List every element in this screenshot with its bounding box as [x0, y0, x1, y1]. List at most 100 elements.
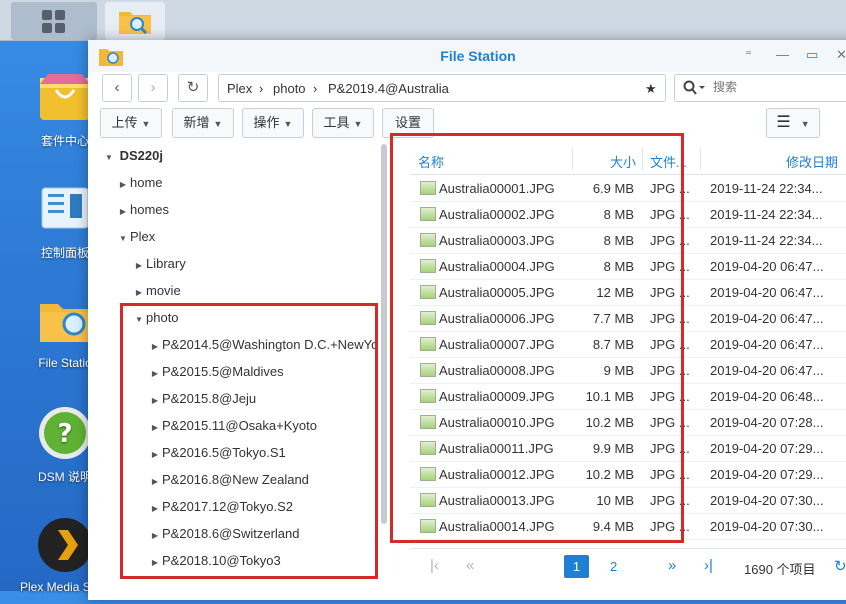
- column-header-size[interactable]: 大小: [610, 152, 636, 171]
- tree-item-folder[interactable]: ▶ P&2014.5@Washington D.C.+NewYo: [148, 333, 380, 357]
- view-mode-button[interactable]: ☰ ▼: [766, 108, 820, 138]
- tools-button[interactable]: 工具 ▼: [312, 108, 374, 138]
- collapse-arrow-icon[interactable]: ▶: [116, 200, 130, 224]
- collapse-arrow-icon[interactable]: ▶: [148, 551, 162, 575]
- table-row[interactable]: Australia00008.JPG 9 MB JPG ... 2019-04-20 …: [410, 357, 846, 384]
- tree-item-folder[interactable]: ▶ P&2015.5@Maldives: [148, 360, 284, 384]
- collapse-arrow-icon[interactable]: ▶: [132, 254, 146, 278]
- page-button-current[interactable]: 1: [564, 555, 589, 578]
- last-page-button[interactable]: ›|: [704, 557, 713, 574]
- tree-item-label: P&2018.10@Tokyo3: [162, 553, 281, 568]
- file-size: 8 MB: [603, 233, 634, 248]
- file-size: 8 MB: [603, 207, 634, 222]
- table-row[interactable]: Australia00004.JPG 8 MB JPG ... 2019-04-20 …: [410, 253, 846, 280]
- column-header-modified[interactable]: 修改日期: [786, 152, 838, 171]
- upload-button[interactable]: 上传 ▼: [100, 108, 162, 138]
- refresh-icon[interactable]: ↻: [834, 557, 846, 575]
- table-row[interactable]: Australia00013.JPG 10 MB JPG ... 2019-04-20…: [410, 487, 846, 514]
- collapse-arrow-icon[interactable]: ▶: [148, 497, 162, 521]
- file-list: 名称 大小 文件... 修改日期 Australia00001.JPG 6.9 M…: [410, 144, 846, 600]
- column-header-name[interactable]: 名称: [418, 152, 444, 171]
- star-icon[interactable]: ★: [645, 81, 657, 97]
- column-divider[interactable]: [572, 148, 573, 170]
- tree-item-movie[interactable]: ▶ movie: [132, 279, 181, 303]
- tree-item-library[interactable]: ▶ Library: [132, 252, 186, 276]
- collapse-arrow-icon[interactable]: ▶: [148, 335, 162, 357]
- table-row[interactable]: Australia00010.JPG 10.2 MB JPG ... 2019-04-…: [410, 409, 846, 436]
- tree-item-folder[interactable]: ▶ P&2015.11@Osaka+Kyoto: [148, 414, 317, 438]
- table-row[interactable]: Australia00007.JPG 8.7 MB JPG ... 2019-04-2…: [410, 331, 846, 358]
- tree-item-folder[interactable]: ▶ P&2016.8@New Zealand: [148, 468, 309, 492]
- table-row[interactable]: Australia00009.JPG 10.1 MB JPG ... 2019-04-…: [410, 383, 846, 410]
- table-row[interactable]: Australia00006.JPG 7.7 MB JPG ... 2019-04-2…: [410, 305, 846, 332]
- tree-item-folder[interactable]: ▶ P&2015.8@Jeju: [148, 387, 256, 411]
- image-file-icon: [420, 493, 436, 507]
- file-type: JPG ...: [650, 233, 690, 248]
- navigation-toolbar: ‹ › ↻ Plex › photo › P&2019.4@Australia …: [88, 72, 846, 108]
- column-header-type[interactable]: 文件...: [650, 152, 687, 171]
- table-row[interactable]: Australia00002.JPG 8 MB JPG ... 2019-11-24 …: [410, 201, 846, 228]
- table-row[interactable]: Australia00014.JPG 9.4 MB JPG ... 2019-04-2…: [410, 513, 846, 540]
- forward-button[interactable]: ›: [138, 74, 168, 102]
- taskbar-file-station-button[interactable]: [105, 2, 165, 40]
- table-row[interactable]: Australia00011.JPG 9.9 MB JPG ... 2019-04-2…: [410, 435, 846, 462]
- list-view-icon: ☰: [776, 114, 791, 131]
- tree-item-folder[interactable]: ▶ P&2017.12@Tokyo.S2: [148, 495, 293, 519]
- window-titlebar[interactable]: File Station ⁼ — ▭ ✕: [88, 40, 846, 72]
- search-input[interactable]: [711, 79, 846, 95]
- back-button[interactable]: ‹: [102, 74, 132, 102]
- expand-arrow-icon[interactable]: ▼: [116, 227, 130, 251]
- collapse-arrow-icon[interactable]: ▶: [148, 443, 162, 467]
- file-name: Australia00005.JPG: [439, 285, 555, 300]
- page-button[interactable]: 2: [610, 559, 617, 574]
- close-button[interactable]: ✕: [836, 47, 846, 63]
- folder-tree: ▼ DS220j ▶ home ▶ homes ▼ Plex ▶ Library ▶ mo…: [88, 144, 387, 604]
- collapse-arrow-icon[interactable]: ▶: [148, 389, 162, 413]
- search-icon[interactable]: [683, 80, 705, 96]
- collapse-arrow-icon[interactable]: ▶: [148, 362, 162, 386]
- maximize-button[interactable]: ▭: [806, 47, 818, 63]
- column-divider[interactable]: [642, 148, 643, 170]
- tree-item-label: Plex: [130, 229, 156, 244]
- table-row[interactable]: Australia00001.JPG 6.9 MB JPG ... 2019-11-2…: [410, 175, 846, 202]
- settings-button[interactable]: 设置: [382, 108, 434, 138]
- action-button[interactable]: 操作 ▼: [242, 108, 304, 138]
- image-file-icon: [420, 363, 436, 377]
- table-row[interactable]: Australia00012.JPG 10.2 MB JPG ... 2019-04-…: [410, 461, 846, 488]
- expand-arrow-icon[interactable]: ▼: [132, 308, 146, 332]
- refresh-button[interactable]: ↻: [178, 74, 208, 102]
- tree-scrollbar[interactable]: [381, 144, 387, 524]
- file-station-icon: [119, 12, 151, 35]
- tree-item-folder[interactable]: ▶ P&2018.6@Switzerland: [148, 522, 300, 546]
- tree-root[interactable]: ▼ DS220j: [102, 144, 163, 168]
- table-row[interactable]: Australia00005.JPG 12 MB JPG ... 2019-04-20…: [410, 279, 846, 306]
- column-divider[interactable]: [700, 148, 701, 170]
- tree-item-label: P&2018.6@Switzerland: [162, 526, 300, 541]
- tree-item-folder[interactable]: ▶ P&2016.5@Tokyo.S1: [148, 441, 286, 465]
- tree-item-home[interactable]: ▶ home: [116, 171, 163, 195]
- first-page-button[interactable]: |‹: [430, 557, 439, 574]
- collapse-arrow-icon[interactable]: ▶: [148, 416, 162, 440]
- breadcrumb-item-photo[interactable]: photo: [273, 81, 306, 96]
- prev-page-button[interactable]: «: [466, 557, 474, 574]
- pin-icon[interactable]: ⁼: [745, 47, 752, 63]
- collapse-arrow-icon[interactable]: ▶: [116, 173, 130, 197]
- image-file-icon: [420, 337, 436, 351]
- tree-item-homes[interactable]: ▶ homes: [116, 198, 169, 222]
- tree-item-photo[interactable]: ▼ photo: [132, 306, 179, 330]
- create-button[interactable]: 新增 ▼: [172, 108, 234, 138]
- caret-down-icon: ▼: [283, 119, 293, 129]
- table-row[interactable]: Australia00003.JPG 8 MB JPG ... 2019-11-24 …: [410, 227, 846, 254]
- image-file-icon: [420, 285, 436, 299]
- tree-item-folder[interactable]: ▶ P&2018.10@Tokyo3: [148, 549, 281, 573]
- next-page-button[interactable]: »: [668, 557, 676, 574]
- collapse-arrow-icon[interactable]: ▶: [148, 470, 162, 494]
- main-menu-button[interactable]: [11, 2, 97, 40]
- tree-item-plex[interactable]: ▼ Plex: [116, 225, 155, 249]
- breadcrumb-item-current[interactable]: P&2019.4@Australia: [328, 81, 449, 96]
- collapse-arrow-icon[interactable]: ▶: [132, 281, 146, 305]
- expand-arrow-icon[interactable]: ▼: [102, 146, 116, 170]
- collapse-arrow-icon[interactable]: ▶: [148, 524, 162, 548]
- minimize-button[interactable]: —: [776, 47, 789, 62]
- breadcrumb-item-plex[interactable]: Plex: [227, 81, 252, 96]
